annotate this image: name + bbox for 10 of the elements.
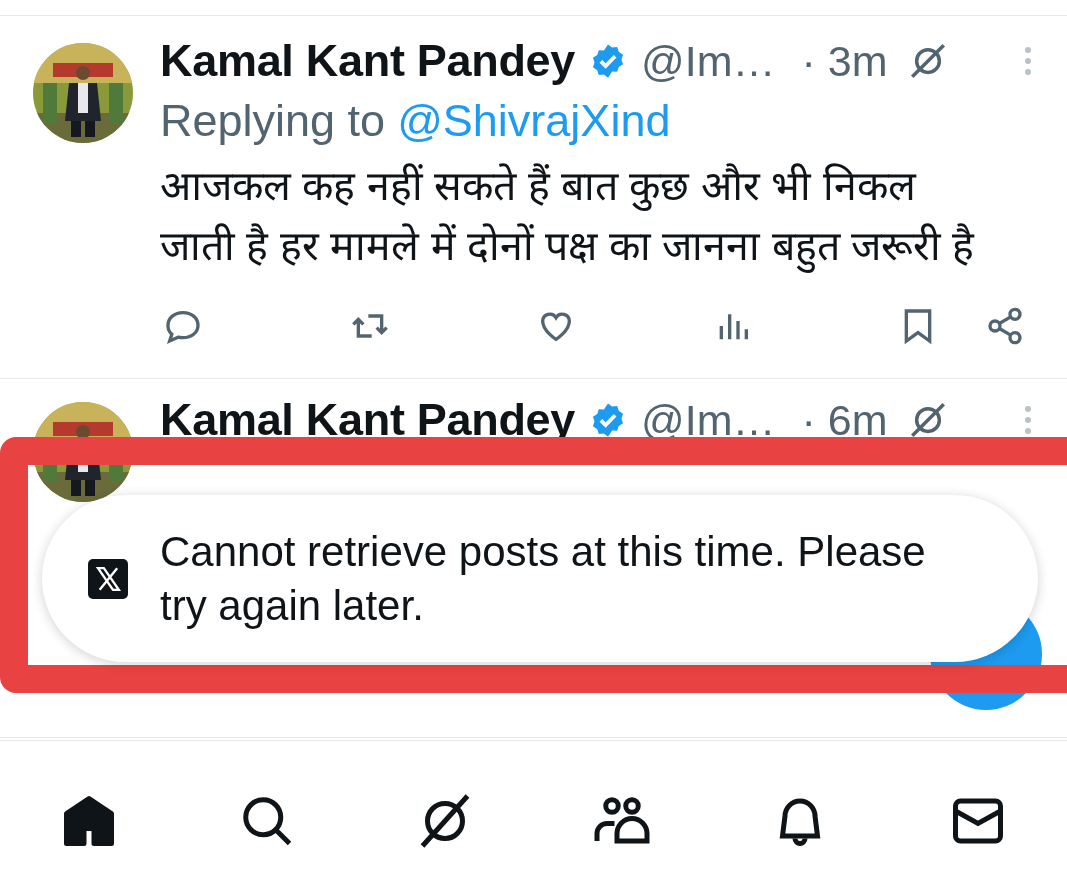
author-name[interactable]: Kamal Kant Pandey bbox=[160, 394, 576, 446]
replying-label: Replying to bbox=[160, 95, 386, 147]
user-handle[interactable]: @Im… bbox=[641, 36, 776, 86]
post-text: आजकल कह नहीं सकते हैं बात कुछ और भी निकल जाती है हर मामले में दोनों पक्ष का जानना बहुत जरूरी है bbox=[160, 156, 1060, 276]
post-time: · 3m bbox=[801, 36, 888, 86]
post-time: · 6m bbox=[801, 395, 888, 445]
toast-message: Cannot retrieve posts at this time. Please try again later. bbox=[160, 526, 927, 631]
share-icon[interactable] bbox=[985, 306, 1025, 346]
author-name[interactable]: Kamal Kant Pandey bbox=[160, 35, 576, 87]
x-logo-icon bbox=[88, 558, 128, 599]
